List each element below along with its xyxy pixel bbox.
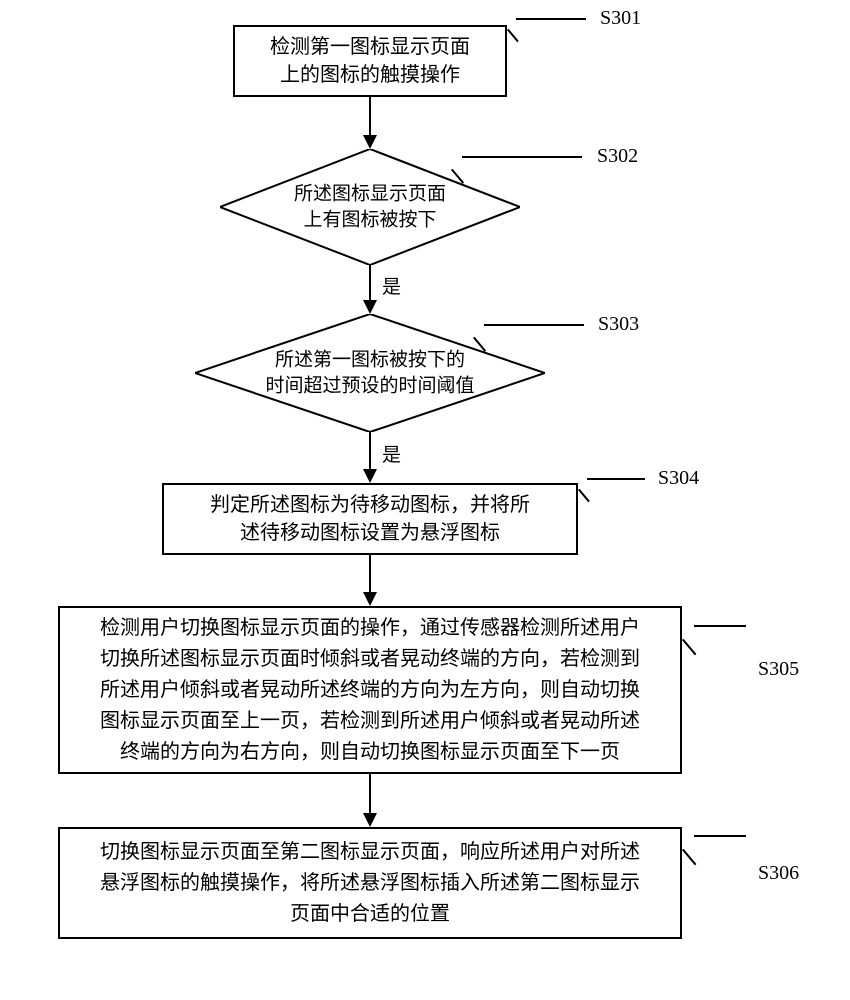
step-s305-box: 检测用户切换图标显示页面的操作，通过传感器检测所述用户 切换所述图标显示页面时倾… (58, 606, 682, 774)
label-s303: S303 (598, 313, 639, 336)
label-s304: S304 (658, 467, 699, 490)
callout-line (587, 478, 645, 480)
arrow (369, 555, 371, 595)
label-s301: S301 (600, 7, 641, 30)
step-s302-diamond: 所述图标显示页面 上有图标被按下 (220, 149, 520, 265)
label-s302: S302 (597, 145, 638, 168)
label-s305: S305 (758, 658, 799, 681)
edge-yes-1: 是 (382, 272, 401, 299)
edge-yes-2: 是 (382, 440, 401, 467)
callout-slash (507, 29, 519, 43)
diamond-text: 所述第一图标被按下的 时间超过预设的时间阈值 (216, 347, 524, 398)
arrow-head (363, 135, 377, 149)
label-s306: S306 (758, 862, 799, 885)
callout-line (516, 18, 586, 20)
callout-slash (682, 849, 696, 866)
arrow (369, 774, 371, 816)
arrow (369, 97, 371, 137)
arrow-head (363, 300, 377, 314)
step-s306-box: 切换图标显示页面至第二图标显示页面，响应所述用户对所述 悬浮图标的触摸操作，将所… (58, 827, 682, 939)
diamond-text: 所述图标显示页面 上有图标被按下 (238, 181, 502, 232)
step-s304-box: 判定所述图标为待移动图标，并将所 述待移动图标设置为悬浮图标 (162, 483, 578, 555)
step-s301-box: 检测第一图标显示页面 上的图标的触摸操作 (233, 25, 507, 97)
arrow-head (363, 592, 377, 606)
arrow-head (363, 469, 377, 483)
callout-slash (578, 489, 590, 503)
arrow (369, 265, 371, 303)
callout-line (484, 324, 584, 326)
flowchart-container: 检测第一图标显示页面 上的图标的触摸操作 S301 所述图标显示页面 上有图标被… (0, 0, 850, 1000)
callout-slash (682, 639, 696, 656)
step-s303-diamond: 所述第一图标被按下的 时间超过预设的时间阈值 (195, 314, 545, 432)
arrow-head (363, 813, 377, 827)
callout-line (462, 156, 582, 158)
callout-line (694, 835, 746, 837)
arrow (369, 432, 371, 472)
callout-line (694, 625, 746, 627)
